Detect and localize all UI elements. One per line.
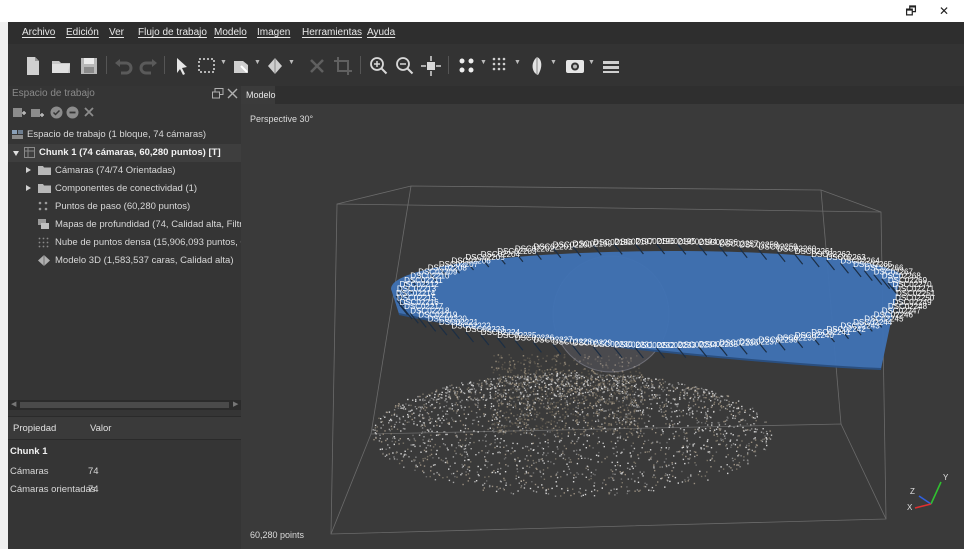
point-cloud (372, 354, 773, 497)
tie-points-item[interactable]: Puntos de paso (60,280 puntos) (8, 198, 241, 216)
open-folder-icon[interactable] (50, 55, 72, 77)
move-dropdown-icon[interactable]: ▼ (254, 59, 262, 67)
add-chunk-icon[interactable] (12, 106, 26, 120)
axis-x-line (914, 503, 932, 509)
depth-maps-icon (38, 219, 49, 229)
scene-canvas[interactable]: DSC02251DSC02250DSC02249DSC02248DSC02247… (241, 104, 964, 549)
workspace-panel: Espacio de trabajo Espacio de trabajo (1… (8, 86, 241, 549)
crop-icon[interactable] (332, 55, 354, 77)
scroll-right-icon[interactable]: ▶ (233, 401, 238, 408)
new-file-icon[interactable] (22, 55, 44, 77)
panel-close-icon[interactable] (227, 88, 238, 99)
model-shaded-view-icon[interactable] (526, 55, 548, 77)
menu-ayuda[interactable]: Ayuda (367, 27, 395, 38)
menu-modelo[interactable]: Modelo (214, 27, 247, 38)
tab-modelo[interactable]: Modelo (241, 86, 276, 104)
model-3d-item[interactable]: Modelo 3D (1,583,537 caras, Calidad alta… (8, 252, 241, 270)
scrollbar-thumb[interactable] (20, 402, 229, 408)
enable-icon[interactable] (50, 106, 63, 119)
workspace-root-item[interactable]: Espacio de trabajo (1 bloque, 74 cámaras… (8, 126, 241, 144)
main-toolbar: ▼ ▼ ▼ ▼ ▼ ▼ ▼ (8, 44, 964, 86)
remove-items-icon[interactable] (83, 106, 95, 118)
points-count-label: 60,280 points (250, 530, 305, 540)
restore-icon[interactable]: 🗗 (904, 4, 918, 18)
model-dropdown-icon[interactable]: ▼ (550, 59, 558, 67)
undo-icon[interactable] (112, 55, 134, 77)
axis-y-line (930, 481, 942, 505)
chunk-item[interactable]: Chunk 1 (74 cámaras, 60,280 puntos) [T] (8, 144, 241, 162)
model-tab-bar: Modelo (241, 86, 964, 104)
reset-view-icon[interactable] (420, 55, 442, 77)
workspace-panel-header: Espacio de trabajo (8, 86, 241, 102)
menu-flujo-de-trabajo[interactable]: Flujo de trabajo (138, 27, 207, 38)
show-region-icon[interactable] (600, 55, 622, 77)
move-object-icon[interactable] (230, 55, 252, 77)
axis-y-label: Y (943, 473, 949, 482)
axis-indicator: Y Z X (907, 473, 949, 512)
selection-dropdown-icon[interactable]: ▼ (220, 59, 228, 67)
zoom-out-icon[interactable] (394, 55, 416, 77)
collapse-arrow-icon[interactable] (13, 151, 19, 156)
point-cloud-dropdown-icon[interactable]: ▼ (480, 59, 488, 67)
properties-header: Propiedad Valor (8, 416, 241, 440)
rotate-object-icon[interactable] (264, 55, 286, 77)
value-column-header[interactable]: Valor (90, 423, 111, 434)
axis-z-line (918, 495, 932, 505)
depth-maps-item[interactable]: Mapas de profundidad (74, Calidad alta, … (8, 216, 241, 234)
workspace-horizontal-scrollbar[interactable]: ◀ ▶ (8, 400, 241, 410)
camera-label[interactable]: DSC02271 (895, 285, 935, 294)
window-title-bar: 🗗 ✕ (0, 0, 964, 22)
menu-herramientas[interactable]: Herramientas (302, 27, 362, 38)
rotate-dropdown-icon[interactable]: ▼ (288, 59, 296, 67)
dense-cloud-dropdown-icon[interactable]: ▼ (514, 59, 522, 67)
menu-bar: Archivo Edición Ver Flujo de trabajo Mod… (8, 22, 964, 44)
model-3d-icon (38, 255, 50, 266)
property-group-row: Chunk 1 (10, 446, 48, 457)
model-viewport[interactable]: DSC02251 DSC02250 DSC02249 DSC02248 DSC02247… (241, 104, 964, 549)
expand-arrow-icon[interactable] (26, 167, 31, 173)
workspace-panel-title: Espacio de trabajo (12, 88, 95, 99)
menu-edicion[interactable]: Edición (66, 27, 99, 38)
save-icon[interactable] (78, 55, 100, 77)
property-row: Cámaras orientadas 74 (10, 484, 99, 495)
dense-cloud-view-icon[interactable] (490, 55, 512, 77)
property-row: Cámaras 74 (10, 466, 99, 477)
chunk-icon (24, 147, 35, 158)
menu-ver[interactable]: Ver (109, 27, 124, 38)
workspace-toolbar (8, 102, 241, 124)
navigation-cursor-icon[interactable] (170, 55, 192, 77)
undock-icon[interactable] (212, 88, 224, 99)
scroll-left-icon[interactable]: ◀ (11, 401, 16, 408)
close-icon[interactable]: ✕ (937, 4, 951, 18)
add-photos-icon[interactable] (30, 106, 44, 120)
redo-icon[interactable] (138, 55, 160, 77)
menu-archivo[interactable]: Archivo (22, 27, 55, 38)
expand-arrow-icon[interactable] (26, 185, 31, 191)
axis-x-label: X (907, 503, 913, 512)
property-column-header[interactable]: Propiedad (13, 423, 56, 434)
zoom-in-icon[interactable] (368, 55, 390, 77)
point-cloud-view-icon[interactable] (456, 55, 478, 77)
menu-imagen[interactable]: Imagen (257, 27, 290, 38)
cameras-dropdown-icon[interactable]: ▼ (588, 59, 596, 67)
axis-z-label: Z (910, 487, 915, 496)
rectangle-selection-icon[interactable] (196, 55, 218, 77)
tie-points-icon (38, 201, 48, 211)
folder-icon (38, 184, 51, 193)
show-cameras-icon[interactable] (564, 55, 586, 77)
workspace-icon (12, 130, 23, 139)
connectivity-components-item[interactable]: Componentes de conectividad (1) (8, 180, 241, 198)
disable-icon[interactable] (66, 106, 79, 119)
folder-icon (38, 166, 51, 175)
projection-label: Perspective 30° (250, 114, 314, 124)
properties-panel: Propiedad Valor Chunk 1 Cámaras 74 Cámar… (8, 416, 241, 549)
cameras-folder-item[interactable]: Cámaras (74/74 Orientadas) (8, 162, 241, 180)
delete-selection-icon[interactable] (306, 55, 328, 77)
dense-cloud-icon (38, 237, 49, 248)
dense-cloud-item[interactable]: Nube de puntos densa (15,906,093 puntos,… (8, 234, 241, 252)
